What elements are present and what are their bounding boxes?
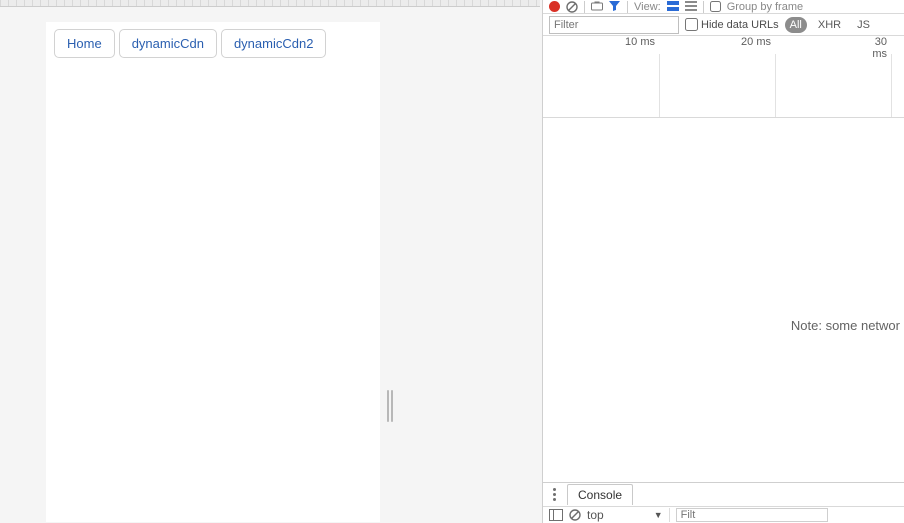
record-icon[interactable] xyxy=(549,1,560,12)
separator xyxy=(703,1,704,13)
network-filterbar: Hide data URLs All XHR JS xyxy=(543,14,904,36)
tab-home[interactable]: Home xyxy=(54,29,115,58)
devtools-panel: View: Group by frame Hide data URLs All … xyxy=(542,0,904,523)
timeline-gridline xyxy=(659,54,660,117)
camera-icon[interactable] xyxy=(591,1,603,13)
network-waterfall: Note: some networ xyxy=(543,118,904,484)
group-by-frame-checkbox[interactable] xyxy=(710,1,721,12)
timeline-tick: 20 ms xyxy=(741,36,771,48)
view-large-icon[interactable] xyxy=(667,1,679,13)
filter-icon[interactable] xyxy=(609,1,621,13)
hide-data-urls[interactable]: Hide data URLs xyxy=(685,18,779,31)
preview-pane: Home dynamicCdn dynamicCdn2 xyxy=(46,22,380,522)
tab-dynamiccdn[interactable]: dynamicCdn xyxy=(119,29,217,58)
timeline-gridline xyxy=(891,54,892,117)
chevron-down-icon: ▼ xyxy=(654,510,663,520)
filter-input[interactable] xyxy=(549,16,679,34)
kebab-icon[interactable] xyxy=(547,488,561,501)
filter-pill-all[interactable]: All xyxy=(785,17,807,33)
note-text: Note: some networ xyxy=(791,318,900,333)
clear-icon[interactable] xyxy=(566,1,578,13)
context-selector[interactable]: top ▼ xyxy=(587,508,670,522)
hide-data-urls-checkbox[interactable] xyxy=(685,18,698,31)
filter-pill-xhr[interactable]: XHR xyxy=(813,17,846,33)
drawer-tabbar: Console xyxy=(543,483,904,507)
console-drawer: Console top ▼ xyxy=(543,482,904,523)
view-label: View: xyxy=(634,1,661,13)
hide-data-urls-label: Hide data URLs xyxy=(701,19,779,31)
resize-handle[interactable] xyxy=(384,390,396,422)
clear-console-icon[interactable] xyxy=(569,509,581,521)
ruler-top xyxy=(0,0,540,7)
timeline-tick: 10 ms xyxy=(625,36,655,48)
tab-console[interactable]: Console xyxy=(567,484,633,505)
network-toolbar: View: Group by frame xyxy=(543,0,904,14)
timeline-tick: 30 ms xyxy=(870,36,887,60)
console-filter-input[interactable] xyxy=(676,508,828,522)
separator xyxy=(627,1,628,13)
tab-dynamiccdn2[interactable]: dynamicCdn2 xyxy=(221,29,327,58)
console-toolbar: top ▼ xyxy=(543,507,904,523)
group-by-frame-label: Group by frame xyxy=(727,1,803,13)
app-tabbar: Home dynamicCdn dynamicCdn2 xyxy=(46,22,380,58)
context-label: top xyxy=(587,508,604,522)
view-small-icon[interactable] xyxy=(685,1,697,13)
network-timeline[interactable]: 10 ms 20 ms 30 ms xyxy=(543,36,904,118)
timeline-gridline xyxy=(775,54,776,117)
separator xyxy=(584,1,585,13)
filter-pill-js[interactable]: JS xyxy=(852,17,875,33)
sidebar-toggle-icon[interactable] xyxy=(549,509,563,521)
